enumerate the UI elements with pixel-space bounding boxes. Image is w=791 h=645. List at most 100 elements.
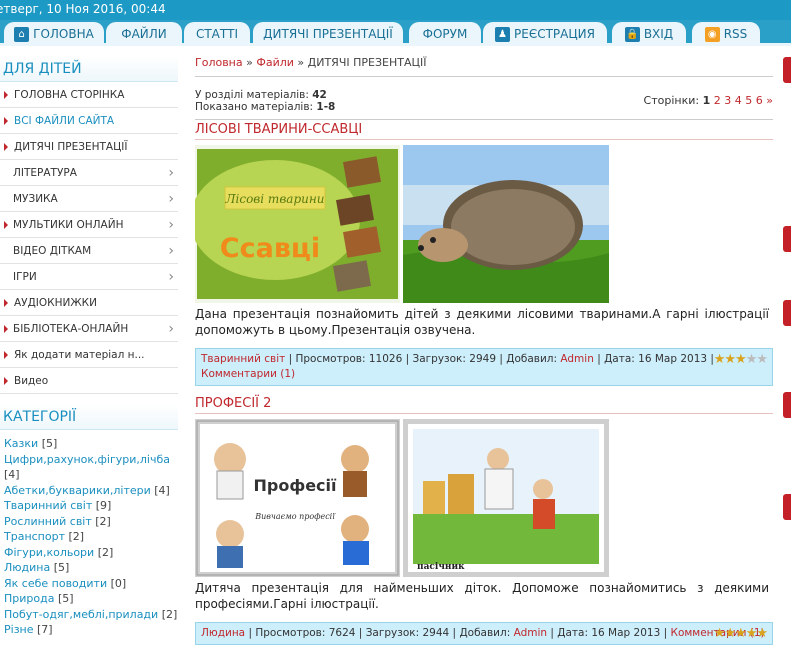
- category-item: Фігури,кольори [2]: [4, 545, 178, 561]
- entry-title[interactable]: ПРОФЕСІЇ 2: [195, 396, 773, 414]
- category-link[interactable]: Різне: [4, 623, 34, 636]
- category-count: [4]: [4, 468, 20, 481]
- category-count: [2]: [97, 545, 114, 559]
- rss-icon: ◉: [704, 26, 720, 42]
- star-icon: ★: [713, 626, 726, 641]
- entry-image[interactable]: пасічник: [403, 419, 609, 577]
- author-label: Добавил:: [506, 353, 558, 365]
- category-link[interactable]: Транспорт: [4, 530, 65, 543]
- tab-home[interactable]: ⌂ ГОЛОВНА: [4, 22, 104, 46]
- views-label: Просмотров:: [255, 627, 326, 639]
- category-item: Рослинний світ [2]: [4, 514, 178, 530]
- sidebar-item-games[interactable]: ІГРИ: [0, 264, 178, 290]
- page-link[interactable]: 5: [745, 94, 752, 107]
- sidebar-item-all-files[interactable]: ВСІ ФАЙЛИ САЙТА: [0, 108, 178, 134]
- entry-card: ЛІСОВІ ТВАРИНИ-ССАВЦІ Лісові тварини Сса…: [195, 122, 773, 386]
- sidebar-item-add-material[interactable]: Як додати матеріал н...: [0, 342, 178, 368]
- slide-sub-text: Вивчаємо професії: [254, 512, 336, 521]
- sidebar-item-literature[interactable]: ЛІТЕРАТУРА: [0, 160, 178, 186]
- entry-author[interactable]: Admin: [560, 353, 593, 365]
- side-widget-tab[interactable]: [783, 392, 791, 418]
- tab-login[interactable]: 🔒 ВХІД: [612, 22, 686, 46]
- categories-list: Казки [5] Цифри,рахунок,фігури,лічба [4]…: [0, 430, 178, 638]
- entry-image[interactable]: Професії Вивчаємо професії: [195, 419, 400, 577]
- category-link[interactable]: Цифри,рахунок,фігури,лічба: [4, 453, 170, 466]
- entry-category[interactable]: Тваринний світ: [201, 353, 285, 365]
- category-link[interactable]: Фігури,кольори: [4, 546, 94, 559]
- side-widget-tab[interactable]: [783, 226, 791, 252]
- date-time: етверг, 10 Ноя 2016, 00:44: [0, 2, 166, 16]
- category-link[interactable]: Природа: [4, 592, 54, 605]
- star-empty-icon: ★: [756, 352, 768, 367]
- sidebar: ДЛЯ ДІТЕЙ ГОЛОВНА СТОРІНКА ВСІ ФАЙЛИ САЙ…: [0, 56, 178, 638]
- side-widget-tab[interactable]: [783, 494, 791, 520]
- entry-image[interactable]: Лісові тварини Ссавці: [195, 145, 400, 303]
- category-item: Тваринний світ [9]: [4, 498, 178, 514]
- tab-forum[interactable]: ФОРУМ: [409, 22, 481, 46]
- tab-label: ФАЙЛИ: [121, 27, 167, 41]
- tab-files[interactable]: ФАЙЛИ: [106, 22, 182, 46]
- rating-stars[interactable]: ★★★★★: [713, 352, 768, 367]
- views-value: 11026: [368, 353, 403, 365]
- page-link[interactable]: 6: [756, 94, 763, 107]
- page-current: 1: [702, 94, 711, 107]
- tab-label: ВХІД: [643, 27, 674, 41]
- divider: [195, 119, 773, 120]
- category-link[interactable]: Людина: [4, 561, 50, 574]
- star-icon: ★: [745, 626, 758, 641]
- tab-label: ДИТЯЧІ ПРЕЗЕНТАЦІЇ: [263, 27, 393, 41]
- category-item: Цифри,рахунок,фігури,лічба: [4, 452, 178, 468]
- side-widget-tab[interactable]: [783, 57, 791, 83]
- sidebar-item-library[interactable]: БІБЛІОТЕКА-ОНЛАЙН: [0, 316, 178, 342]
- category-link[interactable]: Рослинний світ: [4, 515, 92, 528]
- breadcrumb-home[interactable]: Головна: [195, 56, 243, 69]
- category-item: Казки [5]: [4, 436, 178, 452]
- category-count: [5]: [41, 437, 58, 450]
- sidebar-item-cartoons[interactable]: МУЛЬТИКИ ОНЛАЙН: [0, 212, 178, 238]
- entry-category[interactable]: Людина: [201, 627, 245, 639]
- category-link[interactable]: Тваринний світ: [4, 499, 92, 512]
- entry-title[interactable]: ЛІСОВІ ТВАРИНИ-ССАВЦІ: [195, 122, 773, 140]
- pagination-label: Сторінки:: [643, 94, 700, 107]
- rating-stars[interactable]: ★★★★★: [713, 626, 768, 641]
- views-label: Просмотров:: [295, 353, 366, 365]
- tab-presentations[interactable]: ДИТЯЧІ ПРЕЗЕНТАЦІЇ: [253, 22, 403, 46]
- page-link[interactable]: 4: [735, 94, 742, 107]
- star-icon: ★: [713, 352, 726, 367]
- page-link[interactable]: 2: [714, 94, 721, 107]
- entry-card: ПРОФЕСІЇ 2 Професії Вивчаємо професії па…: [195, 396, 773, 645]
- page-next[interactable]: »: [766, 94, 773, 107]
- category-item: Абетки,букварики,літери [4]: [4, 483, 178, 499]
- category-item: Як себе поводити [0]: [4, 576, 178, 592]
- entry-image[interactable]: [403, 145, 609, 303]
- sidebar-item-home[interactable]: ГОЛОВНА СТОРІНКА: [0, 82, 178, 108]
- category-link[interactable]: Абетки,букварики,літери: [4, 484, 151, 497]
- page-link[interactable]: 3: [724, 94, 731, 107]
- tab-articles[interactable]: СТАТТІ: [184, 22, 250, 46]
- sidebar-item-music[interactable]: МУЗИКА: [0, 186, 178, 212]
- sidebar-item-audiobooks[interactable]: АУДІОКНИЖКИ: [0, 290, 178, 316]
- total-label: У розділі матеріалів:: [195, 89, 309, 101]
- star-icon: ★: [724, 626, 736, 641]
- entry-author[interactable]: Admin: [514, 627, 547, 639]
- sidebar-item-video-kids[interactable]: ВІДЕО ДІТКАМ: [0, 238, 178, 264]
- category-link[interactable]: Казки: [4, 437, 38, 450]
- side-widget-tab[interactable]: [783, 300, 791, 326]
- shown-value: 1-8: [316, 101, 336, 113]
- breadcrumb-files[interactable]: Файли: [256, 56, 294, 69]
- entry-description: Дитяча презентація для найменьших діток.…: [195, 581, 769, 611]
- downloads-value: 2944: [422, 627, 450, 639]
- category-item: Побут-одяг,меблі,прилади [2]: [4, 607, 178, 623]
- category-count: [5]: [53, 561, 70, 574]
- tab-register[interactable]: ♟ РЕЄСТРАЦИЯ: [483, 22, 607, 46]
- shown-label: Показано матеріалів:: [195, 101, 314, 113]
- tab-label: РЕЄСТРАЦИЯ: [514, 27, 595, 41]
- category-link[interactable]: Як себе поводити: [4, 577, 107, 590]
- sidebar-item-video[interactable]: Видео: [0, 368, 178, 394]
- category-link[interactable]: Побут-одяг,меблі,прилади: [4, 608, 158, 621]
- tab-rss[interactable]: ◉ RSS: [692, 22, 760, 46]
- entry-comments[interactable]: Комментарии (1): [201, 368, 295, 380]
- entry-images: Професії Вивчаємо професії пасічник: [195, 419, 773, 577]
- category-count: [2]: [68, 530, 85, 543]
- sidebar-item-presentations[interactable]: ДИТЯЧІ ПРЕЗЕНТАЦІЇ: [0, 134, 178, 160]
